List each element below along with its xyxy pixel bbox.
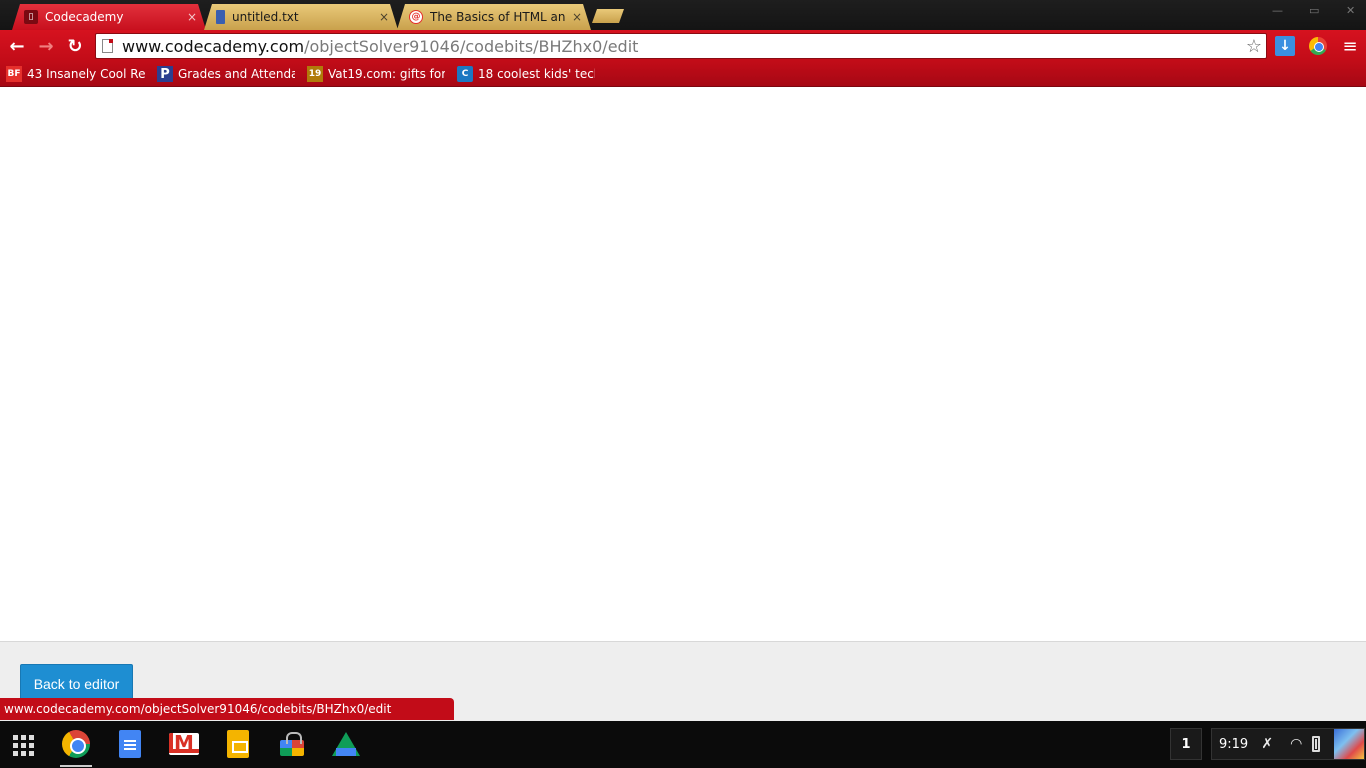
tab-title: Codecademy xyxy=(45,10,124,24)
forward-arrow-icon[interactable]: → xyxy=(35,35,57,57)
tab-title: The Basics of HTML and xyxy=(430,10,565,24)
close-icon[interactable]: × xyxy=(186,10,198,24)
status-bubble: www.codecademy.com/objectSolver91046/cod… xyxy=(0,698,454,720)
battery-icon xyxy=(1312,736,1321,752)
chrome-icon[interactable] xyxy=(61,729,91,759)
tab-basics-of-html[interactable]: @ The Basics of HTML and × xyxy=(397,4,591,30)
maximize-icon[interactable]: ▭ xyxy=(1309,4,1319,17)
bookmark-item[interactable]: P Grades and Attendar xyxy=(157,65,295,83)
vat19-icon: 19 xyxy=(307,66,323,82)
bookmark-label: 18 coolest kids' tech t xyxy=(478,67,595,81)
bookmark-item[interactable]: C 18 coolest kids' tech t xyxy=(457,65,595,83)
google-docs-icon[interactable] xyxy=(115,729,145,759)
status-tray[interactable]: 9:19 ✗ ◠ xyxy=(1211,728,1365,760)
bookmarks-bar: BF 43 Insanely Cool Ren P Grades and Att… xyxy=(0,61,1366,87)
tab-codecademy[interactable]: ▯ Codecademy × xyxy=(12,4,206,30)
minimize-icon[interactable]: — xyxy=(1272,4,1283,17)
address-bar[interactable]: www.codecademy.com/objectSolver91046/cod… xyxy=(95,33,1267,59)
tab-title: untitled.txt xyxy=(232,10,299,24)
c-logo-icon: C xyxy=(457,66,473,82)
buzzfeed-icon: BF xyxy=(6,66,22,82)
app-launcher-icon[interactable] xyxy=(10,732,34,756)
bookmark-star-icon[interactable]: ☆ xyxy=(1246,36,1262,57)
p-logo-icon: P xyxy=(157,66,173,82)
bookmark-label: Grades and Attendar xyxy=(178,67,295,81)
url-path: /objectSolver91046/codebits/BHZhx0/edit xyxy=(304,36,639,56)
bookmark-item[interactable]: BF 43 Insanely Cool Ren xyxy=(6,65,146,83)
close-icon[interactable]: × xyxy=(571,10,583,24)
running-indicator xyxy=(60,765,92,767)
google-slides-icon[interactable] xyxy=(223,729,253,759)
codecademy-icon: @ xyxy=(409,10,423,24)
user-count-badge[interactable]: 1 xyxy=(1170,728,1202,760)
close-icon[interactable]: × xyxy=(378,10,390,24)
text-file-icon xyxy=(216,10,225,24)
wifi-icon: ◠ xyxy=(1290,736,1303,752)
tab-strip: ▯ Codecademy × untitled.txt × @ The Basi… xyxy=(0,0,1366,30)
tab-untitled-txt[interactable]: untitled.txt × xyxy=(204,4,398,30)
page-content: Back to editor xyxy=(0,87,1366,721)
bookmark-item[interactable]: 19 Vat19.com: gifts for k xyxy=(307,65,445,83)
system-shelf: 1 9:19 ✗ ◠ xyxy=(0,721,1366,768)
download-extension-icon[interactable]: ↓ xyxy=(1275,36,1295,56)
bluetooth-off-icon: ✗ xyxy=(1261,736,1274,752)
google-drive-icon[interactable] xyxy=(331,729,361,759)
url-host: www.codecademy.com xyxy=(122,36,305,56)
chrome-menu-icon[interactable]: ≡ xyxy=(1340,36,1360,57)
back-arrow-icon[interactable]: ← xyxy=(6,35,28,57)
browser-toolbar: ← → ↻ www.codecademy.com/objectSolver910… xyxy=(0,30,1366,61)
close-window-icon[interactable]: ✕ xyxy=(1346,4,1355,17)
codecademy-icon: ▯ xyxy=(24,10,38,24)
extension-circle-icon[interactable] xyxy=(1308,36,1328,56)
bookmark-label: Vat19.com: gifts for k xyxy=(328,67,445,81)
reload-icon[interactable]: ↻ xyxy=(64,35,86,57)
gmail-icon[interactable] xyxy=(169,729,199,759)
web-store-icon[interactable] xyxy=(277,729,307,759)
clock: 9:19 xyxy=(1219,736,1249,752)
bookmark-label: 43 Insanely Cool Ren xyxy=(27,67,146,81)
new-tab-button[interactable] xyxy=(592,9,624,23)
page-icon xyxy=(102,39,113,53)
avatar xyxy=(1334,729,1364,759)
